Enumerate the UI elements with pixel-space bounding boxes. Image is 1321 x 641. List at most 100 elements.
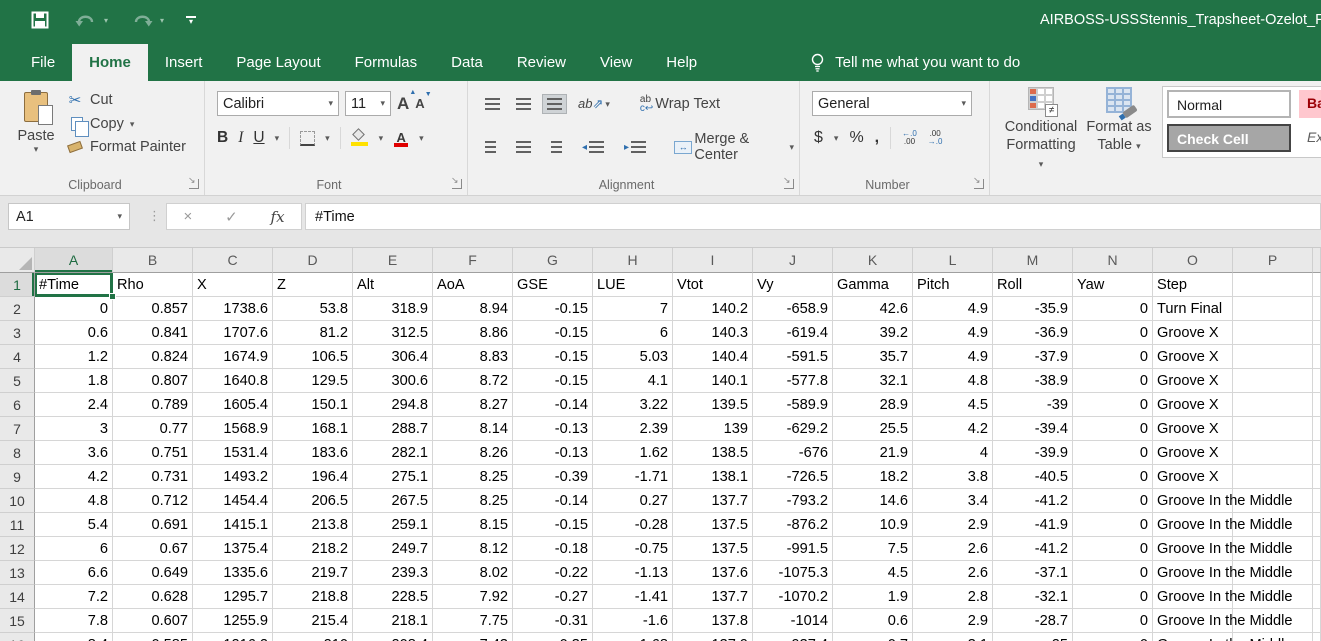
cell-K14[interactable]: 1.9 (833, 585, 913, 609)
row-header-6[interactable]: 6 (0, 393, 35, 417)
cell-K16[interactable]: 0.7 (833, 633, 913, 641)
cell-N8[interactable]: 0 (1073, 441, 1153, 465)
cell-E15[interactable]: 218.1 (353, 609, 433, 633)
cell-E11[interactable]: 259.1 (353, 513, 433, 537)
cell-B5[interactable]: 0.807 (113, 369, 193, 393)
align-bottom-button[interactable] (542, 94, 567, 114)
cell-N2[interactable]: 0 (1073, 297, 1153, 321)
cell-P5[interactable] (1233, 369, 1313, 393)
cell-K6[interactable]: 28.9 (833, 393, 913, 417)
cell-C6[interactable]: 1605.4 (193, 393, 273, 417)
cell-J2[interactable]: -658.9 (753, 297, 833, 321)
style-bad[interactable]: Ba (1299, 90, 1321, 118)
cell-partial-2[interactable] (1313, 297, 1321, 321)
cell-partial-16[interactable] (1313, 633, 1321, 641)
cell-A14[interactable]: 7.2 (35, 585, 113, 609)
cell-F12[interactable]: 8.12 (433, 537, 513, 561)
cell-K4[interactable]: 35.7 (833, 345, 913, 369)
cell-F13[interactable]: 8.02 (433, 561, 513, 585)
cell-F3[interactable]: 8.86 (433, 321, 513, 345)
cell-B16[interactable]: 0.585 (113, 633, 193, 641)
cell-K13[interactable]: 4.5 (833, 561, 913, 585)
cell-F14[interactable]: 7.92 (433, 585, 513, 609)
cell-H8[interactable]: 1.62 (593, 441, 673, 465)
row-header-12[interactable]: 12 (0, 537, 35, 561)
percent-button[interactable]: % (849, 129, 863, 147)
cell-partial-14[interactable] (1313, 585, 1321, 609)
cell-B10[interactable]: 0.712 (113, 489, 193, 513)
decrease-indent-button[interactable]: ◂ (577, 137, 609, 157)
tab-file[interactable]: File (14, 44, 72, 81)
clipboard-dialog-launcher[interactable] (189, 179, 199, 189)
cell-K8[interactable]: 21.9 (833, 441, 913, 465)
cell-E16[interactable]: 208.4 (353, 633, 433, 641)
currency-dropdown-icon[interactable]: ▾ (834, 133, 839, 144)
cell-B11[interactable]: 0.691 (113, 513, 193, 537)
cell-H4[interactable]: 5.03 (593, 345, 673, 369)
increase-indent-button[interactable]: ▸ (619, 137, 651, 157)
cell-A2[interactable]: 0 (35, 297, 113, 321)
cell-L6[interactable]: 4.5 (913, 393, 993, 417)
column-header-k[interactable]: K (833, 248, 913, 273)
cell-H15[interactable]: -1.6 (593, 609, 673, 633)
row-header-16[interactable]: 16 (0, 633, 35, 641)
column-header-m[interactable]: M (993, 248, 1073, 273)
redo-dropdown-icon[interactable]: ▾ (160, 16, 164, 25)
number-dialog-launcher[interactable] (974, 179, 984, 189)
column-header-g[interactable]: G (513, 248, 593, 273)
cell-D12[interactable]: 218.2 (273, 537, 353, 561)
cell-C14[interactable]: 1295.7 (193, 585, 273, 609)
cell-A6[interactable]: 2.4 (35, 393, 113, 417)
cell-B3[interactable]: 0.841 (113, 321, 193, 345)
cell-partial-15[interactable] (1313, 609, 1321, 633)
cell-L14[interactable]: 2.8 (913, 585, 993, 609)
cell-O10[interactable]: Groove In the Middle (1153, 489, 1233, 513)
cell-B4[interactable]: 0.824 (113, 345, 193, 369)
cell-H13[interactable]: -1.13 (593, 561, 673, 585)
cell-M13[interactable]: -37.1 (993, 561, 1073, 585)
cell-partial-6[interactable] (1313, 393, 1321, 417)
cell-C11[interactable]: 1415.1 (193, 513, 273, 537)
cell-E4[interactable]: 306.4 (353, 345, 433, 369)
underline-dropdown-icon[interactable]: ▾ (275, 133, 280, 144)
cell-O7[interactable]: Groove X (1153, 417, 1233, 441)
undo-button[interactable] (74, 8, 98, 32)
cell-J6[interactable]: -589.9 (753, 393, 833, 417)
cell-L7[interactable]: 4.2 (913, 417, 993, 441)
cell-J4[interactable]: -591.5 (753, 345, 833, 369)
cell-P8[interactable] (1233, 441, 1313, 465)
cell-D7[interactable]: 168.1 (273, 417, 353, 441)
cell-L16[interactable]: 3.1 (913, 633, 993, 641)
cell-C4[interactable]: 1674.9 (193, 345, 273, 369)
cell-J11[interactable]: -876.2 (753, 513, 833, 537)
cell-H3[interactable]: 6 (593, 321, 673, 345)
cell-F1[interactable]: AoA (433, 273, 513, 297)
cell-E7[interactable]: 288.7 (353, 417, 433, 441)
cell-C10[interactable]: 1454.4 (193, 489, 273, 513)
cell-K1[interactable]: Gamma (833, 273, 913, 297)
cell-C8[interactable]: 1531.4 (193, 441, 273, 465)
cell-K12[interactable]: 7.5 (833, 537, 913, 561)
cell-E13[interactable]: 239.3 (353, 561, 433, 585)
tab-review[interactable]: Review (500, 44, 583, 81)
cell-K9[interactable]: 18.2 (833, 465, 913, 489)
cell-L10[interactable]: 3.4 (913, 489, 993, 513)
cell-O4[interactable]: Groove X (1153, 345, 1233, 369)
cell-J3[interactable]: -619.4 (753, 321, 833, 345)
column-header-a[interactable]: A (35, 248, 113, 273)
alignment-dialog-launcher[interactable] (784, 179, 794, 189)
cell-N3[interactable]: 0 (1073, 321, 1153, 345)
row-header-1[interactable]: 1 (0, 273, 35, 297)
cell-B9[interactable]: 0.731 (113, 465, 193, 489)
cell-G3[interactable]: -0.15 (513, 321, 593, 345)
cell-L8[interactable]: 4 (913, 441, 993, 465)
cell-A12[interactable]: 6 (35, 537, 113, 561)
orientation-button[interactable]: ab⇗ ▾ (573, 92, 615, 116)
cell-D4[interactable]: 106.5 (273, 345, 353, 369)
cell-P4[interactable] (1233, 345, 1313, 369)
column-header-i[interactable]: I (673, 248, 753, 273)
cell-I10[interactable]: 137.7 (673, 489, 753, 513)
cell-A5[interactable]: 1.8 (35, 369, 113, 393)
cell-D16[interactable]: 210 (273, 633, 353, 641)
cell-I7[interactable]: 139 (673, 417, 753, 441)
